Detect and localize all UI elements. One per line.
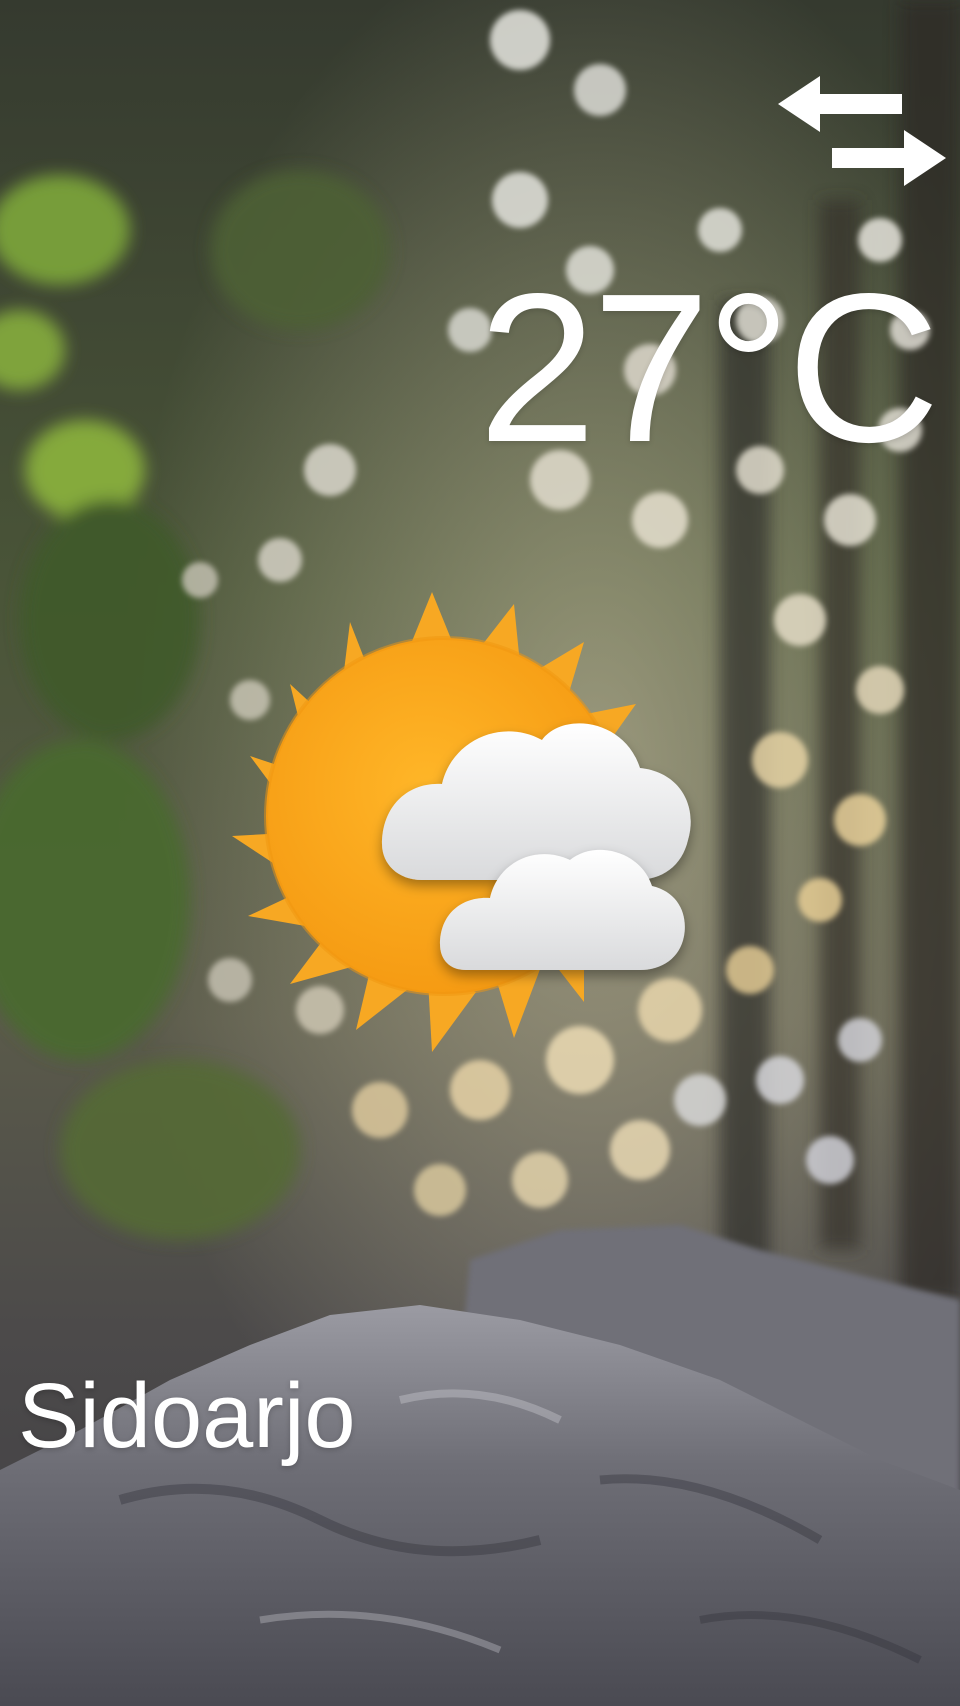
swap-arrows-icon <box>778 76 946 186</box>
partly-cloudy-sun-icon <box>232 592 722 1088</box>
temperature-value: 27°C <box>478 249 940 486</box>
city-name: Sidoarjo <box>18 1365 356 1467</box>
swap-button[interactable] <box>778 72 946 188</box>
weather-screen: 27°C Sidoarjo <box>0 0 960 1706</box>
